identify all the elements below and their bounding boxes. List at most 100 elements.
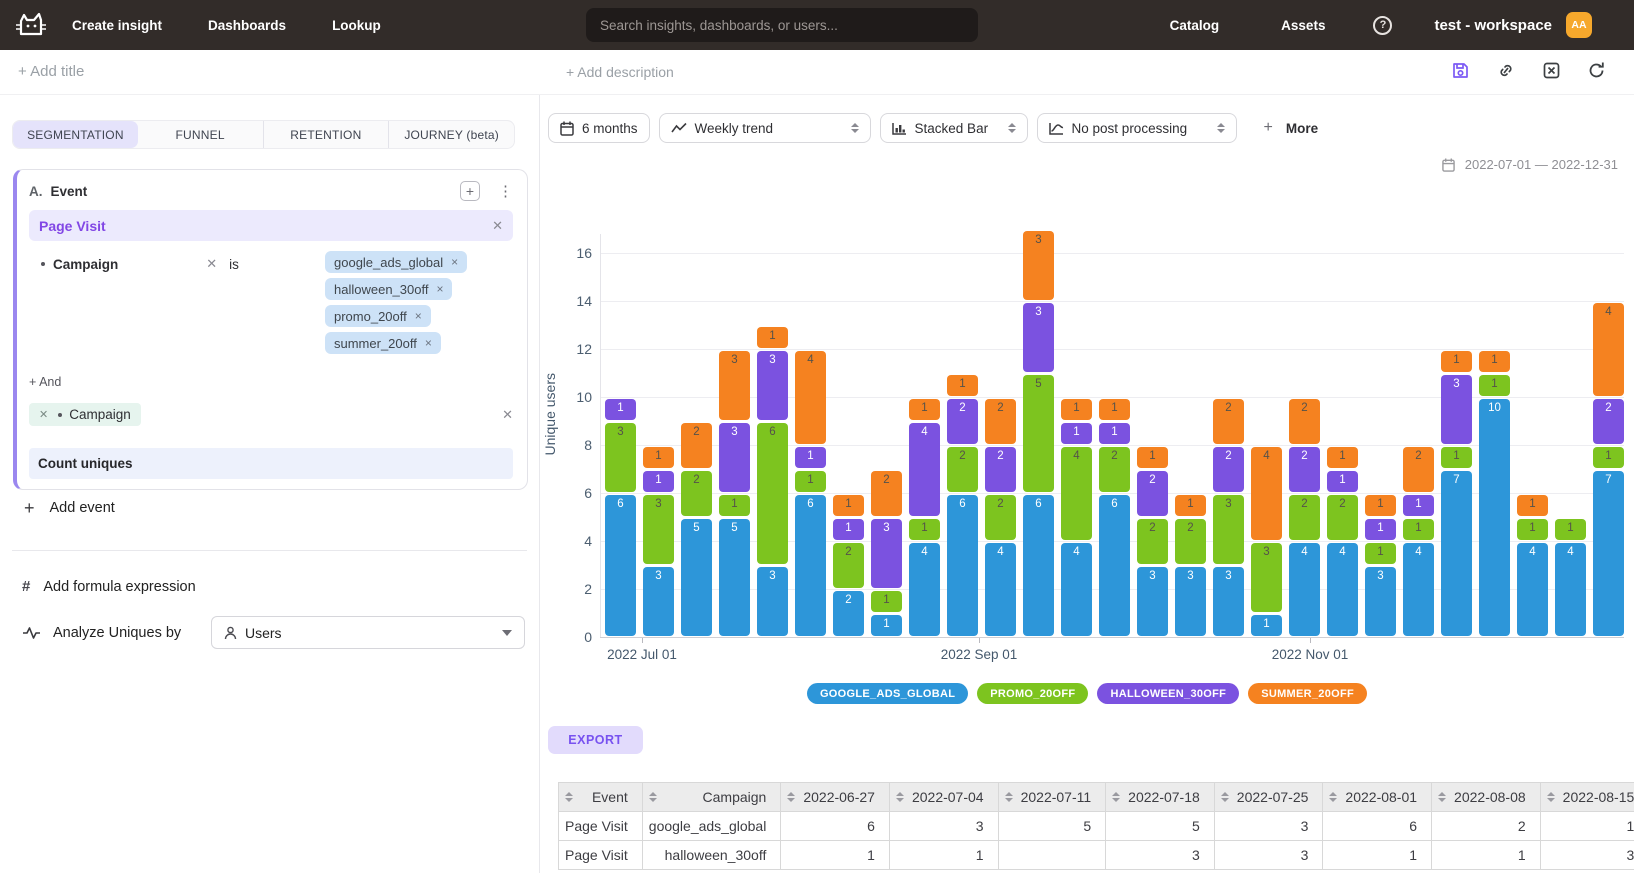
filter-operator[interactable]: is (229, 257, 239, 272)
remove-value-icon[interactable]: × (415, 309, 422, 323)
bar-segment[interactable]: 2 (1289, 447, 1320, 492)
add-formula-button[interactable]: # Add formula expression (22, 578, 196, 595)
remove-event-icon[interactable]: ✕ (492, 218, 503, 234)
remove-breakdown-icon[interactable]: ✕ (39, 408, 48, 421)
bar-segment[interactable]: 3 (1365, 567, 1396, 636)
bar-segment[interactable]: 3 (1441, 375, 1472, 444)
bar-segment[interactable]: 4 (1327, 543, 1358, 636)
bar-segment[interactable]: 1 (1365, 519, 1396, 540)
bar-segment[interactable]: 3 (1251, 543, 1282, 612)
link-icon[interactable] (1496, 61, 1516, 80)
bar-segment[interactable]: 3 (643, 495, 674, 564)
bar-segment[interactable]: 1 (1061, 399, 1092, 420)
bar-segment[interactable]: 2 (1593, 399, 1624, 444)
refresh-icon[interactable] (1587, 61, 1606, 80)
bar-segment[interactable]: 4 (1403, 543, 1434, 636)
bar-segment[interactable]: 2 (1289, 495, 1320, 540)
bar-segment[interactable]: 1 (1327, 471, 1358, 492)
sort-icon[interactable] (649, 792, 657, 802)
topbar-nav-item[interactable]: Create insight (72, 18, 162, 33)
bar-segment[interactable]: 6 (947, 495, 978, 636)
sort-icon[interactable] (1221, 792, 1229, 802)
bar-segment[interactable]: 3 (871, 519, 902, 588)
add-and-filter-button[interactable]: + And (29, 375, 61, 389)
bar-segment[interactable]: 3 (1023, 231, 1054, 300)
filter-value-chip[interactable]: google_ads_global× (325, 251, 467, 273)
bar-segment[interactable]: 2 (1137, 519, 1168, 564)
bar-segment[interactable]: 1 (871, 615, 902, 636)
bar-segment[interactable]: 6 (605, 495, 636, 636)
sort-icon[interactable] (1438, 792, 1446, 802)
close-box-icon[interactable] (1542, 61, 1561, 80)
export-button[interactable]: EXPORT (548, 726, 643, 754)
bar-segment[interactable]: 1 (719, 495, 750, 516)
aggregation-selector[interactable]: Count uniques (29, 448, 513, 479)
bar-segment[interactable]: 3 (719, 351, 750, 420)
sort-icon[interactable] (896, 792, 904, 802)
bar-segment[interactable]: 2 (871, 471, 902, 516)
sort-icon[interactable] (787, 792, 795, 802)
bar-segment[interactable]: 1 (1593, 447, 1624, 468)
event-selector[interactable]: Page Visit ✕ (29, 210, 513, 241)
bar-segment[interactable]: 2 (1327, 495, 1358, 540)
bar-segment[interactable]: 2 (833, 591, 864, 636)
legend-item[interactable]: HALLOWEEN_30OFF (1097, 683, 1239, 704)
bar-segment[interactable]: 1 (643, 471, 674, 492)
bar-segment[interactable]: 1 (795, 447, 826, 468)
bar-segment[interactable]: 1 (795, 471, 826, 492)
remove-value-icon[interactable]: × (436, 282, 443, 296)
add-event-button[interactable]: + Add event (24, 499, 115, 517)
bar-segment[interactable]: 4 (1555, 543, 1586, 636)
bar-segment[interactable]: 1 (1555, 519, 1586, 540)
bar-segment[interactable]: 2 (1289, 399, 1320, 444)
remove-value-icon[interactable]: × (425, 336, 432, 350)
bar-segment[interactable]: 1 (1137, 447, 1168, 468)
add-description-field[interactable]: + Add description (566, 64, 674, 80)
bar-segment[interactable]: 1 (1479, 375, 1510, 396)
bar-segment[interactable]: 2 (1403, 447, 1434, 492)
duplicate-event-icon[interactable]: + (460, 181, 480, 201)
bar-segment[interactable]: 1 (947, 375, 978, 396)
bar-segment[interactable]: 3 (757, 567, 788, 636)
bar-segment[interactable]: 1 (1251, 615, 1282, 636)
legend-item[interactable]: SUMMER_20OFF (1248, 683, 1367, 704)
bar-segment[interactable]: 2 (681, 471, 712, 516)
bar-segment[interactable]: 1 (909, 519, 940, 540)
bar-segment[interactable]: 3 (1213, 567, 1244, 636)
bar-segment[interactable]: 5 (681, 519, 712, 636)
sort-icon[interactable] (565, 792, 573, 802)
bar-segment[interactable]: 2 (985, 447, 1016, 492)
bar-segment[interactable]: 3 (643, 567, 674, 636)
bar-segment[interactable]: 4 (1061, 543, 1092, 636)
save-icon[interactable] (1451, 61, 1470, 80)
more-button[interactable]: + More (1264, 119, 1319, 137)
sort-icon[interactable] (1329, 792, 1337, 802)
bar-segment[interactable]: 2 (947, 447, 978, 492)
search-input[interactable] (586, 8, 978, 42)
bar-segment[interactable]: 3 (1175, 567, 1206, 636)
filter-value-chip[interactable]: summer_20off× (325, 332, 441, 354)
bar-segment[interactable]: 3 (757, 351, 788, 420)
tab-segmentation[interactable]: SEGMENTATION (13, 121, 138, 148)
remove-breakdown-row-icon[interactable]: ✕ (502, 407, 513, 423)
bar-segment[interactable]: 2 (1175, 519, 1206, 564)
bar-segment[interactable]: 2 (833, 543, 864, 588)
sort-icon[interactable] (1005, 792, 1013, 802)
analyze-by-select[interactable]: Users (211, 616, 525, 649)
bar-segment[interactable]: 1 (833, 495, 864, 516)
bar-segment[interactable]: 3 (719, 423, 750, 492)
bar-segment[interactable]: 1 (871, 591, 902, 612)
date-range-button[interactable]: 6 months (548, 113, 650, 143)
bar-segment[interactable]: 2 (1099, 447, 1130, 492)
bar-segment[interactable]: 4 (795, 351, 826, 444)
topbar-right-nav-item[interactable]: Assets (1281, 18, 1325, 33)
bar-segment[interactable]: 2 (985, 495, 1016, 540)
bar-segment[interactable]: 4 (1593, 303, 1624, 396)
help-icon[interactable]: ? (1373, 16, 1392, 35)
bar-segment[interactable]: 5 (719, 519, 750, 636)
bar-segment[interactable]: 2 (947, 399, 978, 444)
trend-select[interactable]: Weekly trend (659, 113, 871, 143)
bar-segment[interactable]: 1 (1403, 495, 1434, 516)
bar-segment[interactable]: 1 (1517, 495, 1548, 516)
bar-segment[interactable]: 2 (985, 399, 1016, 444)
